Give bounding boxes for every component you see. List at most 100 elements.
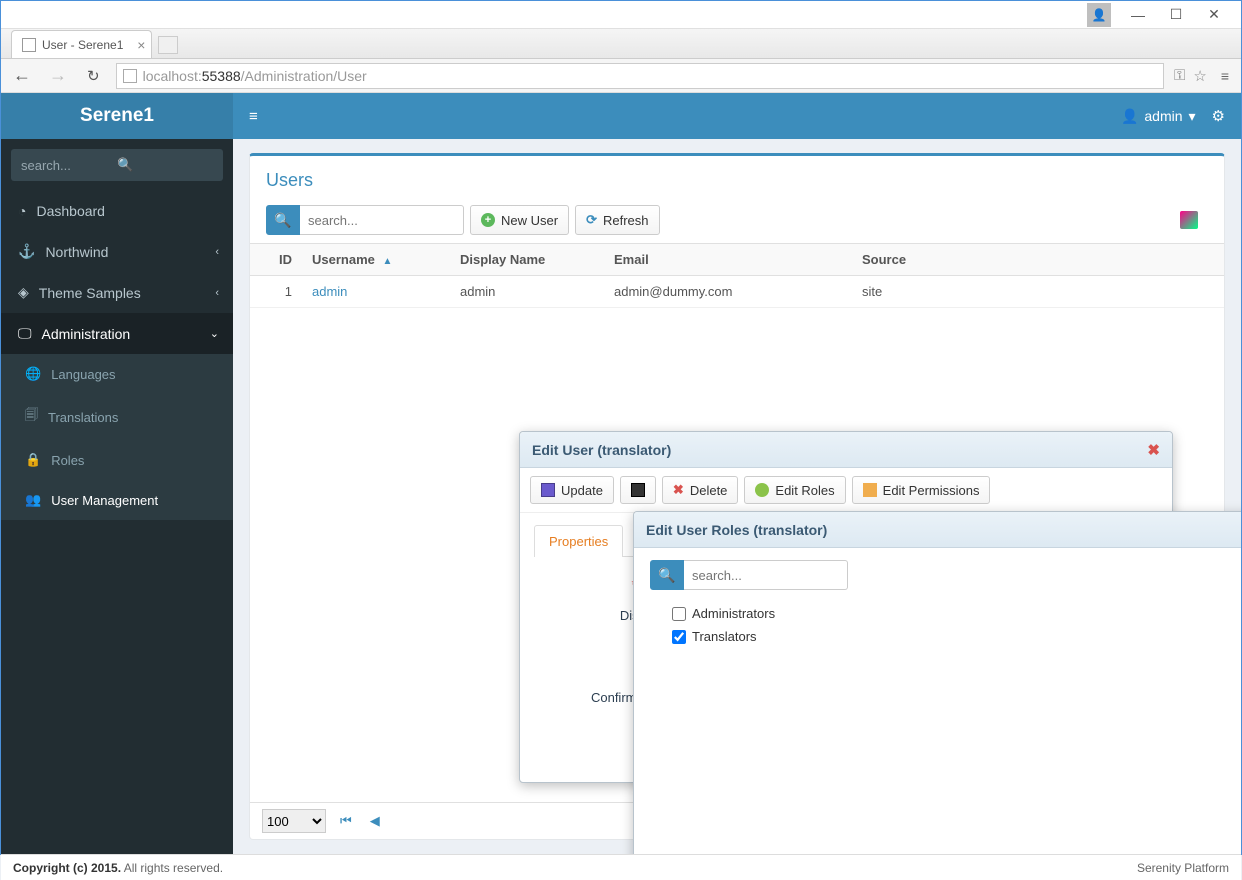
dialog-title-bar[interactable]: Edit User (translator) ✖ (520, 432, 1172, 468)
address-bar[interactable]: localhost:55388/Administration/User (116, 63, 1164, 89)
minimize-button[interactable] (1119, 3, 1157, 27)
page-size-select[interactable]: 100 (262, 809, 326, 833)
window-close-button[interactable] (1195, 3, 1233, 27)
column-label: Username (312, 252, 375, 267)
sidebar-label: Theme Samples (39, 285, 141, 301)
sidebar-item-theme-samples[interactable]: ◈ Theme Samples ‹ (1, 272, 233, 313)
sidebar-item-northwind[interactable]: ⚓ Northwind ‹ (1, 231, 233, 272)
url-host: localhost: (143, 68, 202, 84)
new-user-button[interactable]: + New User (470, 205, 569, 235)
edit-roles-dialog: Edit User Roles (translator) ✖ 🔍 Adminis… (633, 511, 1241, 854)
sidebar-toggle-icon[interactable]: ≡ (233, 108, 274, 125)
column-display-name[interactable]: Display Name (450, 244, 604, 275)
apply-button[interactable] (620, 476, 656, 504)
pager-prev-icon[interactable]: ◀ (366, 813, 384, 829)
dialog-close-icon[interactable]: ✖ (1147, 441, 1160, 459)
sidebar-item-user-management[interactable]: 👥 User Management (1, 480, 233, 520)
dialog-toolbar: Update ✖ Delete Edit Roles Edit Permissio… (520, 468, 1172, 513)
browser-tab[interactable]: User - Serene1 × (11, 30, 152, 58)
site-info-icon (123, 69, 137, 83)
sidebar-label: Dashboard (36, 203, 105, 219)
footer-rights: All rights reserved. (121, 861, 223, 875)
url-path: /Administration/User (241, 68, 367, 84)
new-tab-button[interactable] (158, 36, 178, 54)
browser-menu-icon[interactable]: ≡ (1217, 68, 1233, 84)
column-source[interactable]: Source (852, 244, 1224, 275)
sidebar: search... 🔍 ◔ Dashboard ⚓ Northwind ‹ ◈ … (1, 139, 233, 854)
edit-roles-button[interactable]: Edit Roles (744, 476, 845, 504)
chevron-left-icon: ‹ (215, 287, 219, 299)
settings-icon[interactable]: ⚙ (1212, 107, 1225, 125)
cell-username[interactable]: admin (302, 276, 450, 307)
window-frame: 👤 User - Serene1 × ← → ↻ localhost:55388… (0, 0, 1242, 855)
app-logo[interactable]: Serene1 (1, 93, 233, 139)
refresh-button[interactable]: ⟳ Refresh (575, 205, 659, 235)
sidebar-item-languages[interactable]: 🌐 Languages (1, 354, 233, 394)
delete-button[interactable]: ✖ Delete (662, 476, 738, 504)
button-label: Refresh (603, 213, 649, 228)
disk-icon (631, 483, 645, 497)
sidebar-label: Roles (51, 453, 84, 468)
role-item-administrators[interactable]: Administrators (650, 602, 1241, 625)
tab-properties[interactable]: Properties (534, 525, 623, 557)
sidebar-search[interactable]: search... 🔍 (11, 149, 223, 181)
list-icon: 🗐 (25, 406, 38, 428)
anchor-icon: ⚓ (18, 243, 35, 260)
permissions-icon (863, 483, 877, 497)
button-label: Edit Permissions (883, 483, 980, 498)
search-button[interactable]: 🔍 (650, 560, 684, 590)
footer-right[interactable]: Serenity Platform (1137, 861, 1229, 875)
role-item-translators[interactable]: Translators (650, 625, 1241, 648)
bookmark-star-icon[interactable]: ☆ (1193, 67, 1206, 85)
column-email[interactable]: Email (604, 244, 852, 275)
pager-first-icon[interactable]: ⏮ (336, 813, 356, 829)
globe-icon: 🌐 (25, 366, 41, 382)
diamond-icon: ◈ (18, 284, 29, 301)
page-title: Users (250, 156, 1224, 205)
os-titlebar: 👤 (1, 1, 1241, 29)
dialog-title-bar[interactable]: Edit User Roles (translator) ✖ (634, 512, 1241, 548)
role-label: Administrators (692, 606, 775, 621)
column-id[interactable]: ID (250, 244, 302, 275)
reload-button[interactable]: ↻ (81, 67, 106, 85)
plus-icon: + (481, 213, 495, 227)
sidebar-label: Administration (42, 326, 131, 342)
button-label: Delete (690, 483, 728, 498)
update-button[interactable]: Update (530, 476, 614, 504)
browser-toolbar: ← → ↻ localhost:55388/Administration/Use… (1, 59, 1241, 93)
dialog-title: Edit User Roles (translator) (646, 522, 827, 538)
search-input[interactable] (300, 205, 464, 235)
search-icon: 🔍 (117, 157, 213, 173)
maximize-button[interactable] (1157, 3, 1195, 27)
eraser-icon[interactable] (1180, 211, 1198, 229)
search-button[interactable]: 🔍 (266, 205, 300, 235)
roles-search-input[interactable] (684, 560, 848, 590)
sidebar-label: Northwind (45, 244, 108, 260)
save-icon (541, 483, 555, 497)
role-checkbox[interactable] (672, 630, 686, 644)
sidebar-item-roles[interactable]: 🔒 Roles (1, 440, 233, 480)
user-menu[interactable]: 👤 admin ▾ (1121, 108, 1196, 125)
forward-button[interactable]: → (45, 65, 71, 86)
dialog-title: Edit User (translator) (532, 442, 671, 458)
favicon-icon (22, 38, 36, 52)
role-checkbox[interactable] (672, 607, 686, 621)
url-port: 55388 (202, 68, 241, 84)
column-username[interactable]: Username ▲ (302, 244, 450, 275)
sidebar-item-dashboard[interactable]: ◔ Dashboard (1, 191, 233, 231)
chevron-down-icon: ⌄ (210, 327, 219, 340)
sidebar-item-administration[interactable]: 🖵 Administration ⌄ (1, 313, 233, 354)
sort-asc-icon: ▲ (383, 256, 393, 267)
sidebar-item-translations[interactable]: 🗐 Translations (1, 394, 233, 440)
tab-close-icon[interactable]: × (137, 37, 145, 53)
browser-tab-strip: User - Serene1 × (1, 29, 1241, 59)
edit-permissions-button[interactable]: Edit Permissions (852, 476, 991, 504)
caret-down-icon: ▾ (1189, 108, 1196, 125)
delete-icon: ✖ (673, 482, 684, 498)
button-label: New User (501, 213, 558, 228)
button-label: Edit Roles (775, 483, 834, 498)
table-row[interactable]: 1 admin admin admin@dummy.com site (250, 276, 1224, 308)
key-icon[interactable]: ⚿ (1174, 67, 1185, 85)
back-button[interactable]: ← (9, 65, 35, 86)
footer: Copyright (c) 2015. All rights reserved.… (1, 854, 1241, 880)
